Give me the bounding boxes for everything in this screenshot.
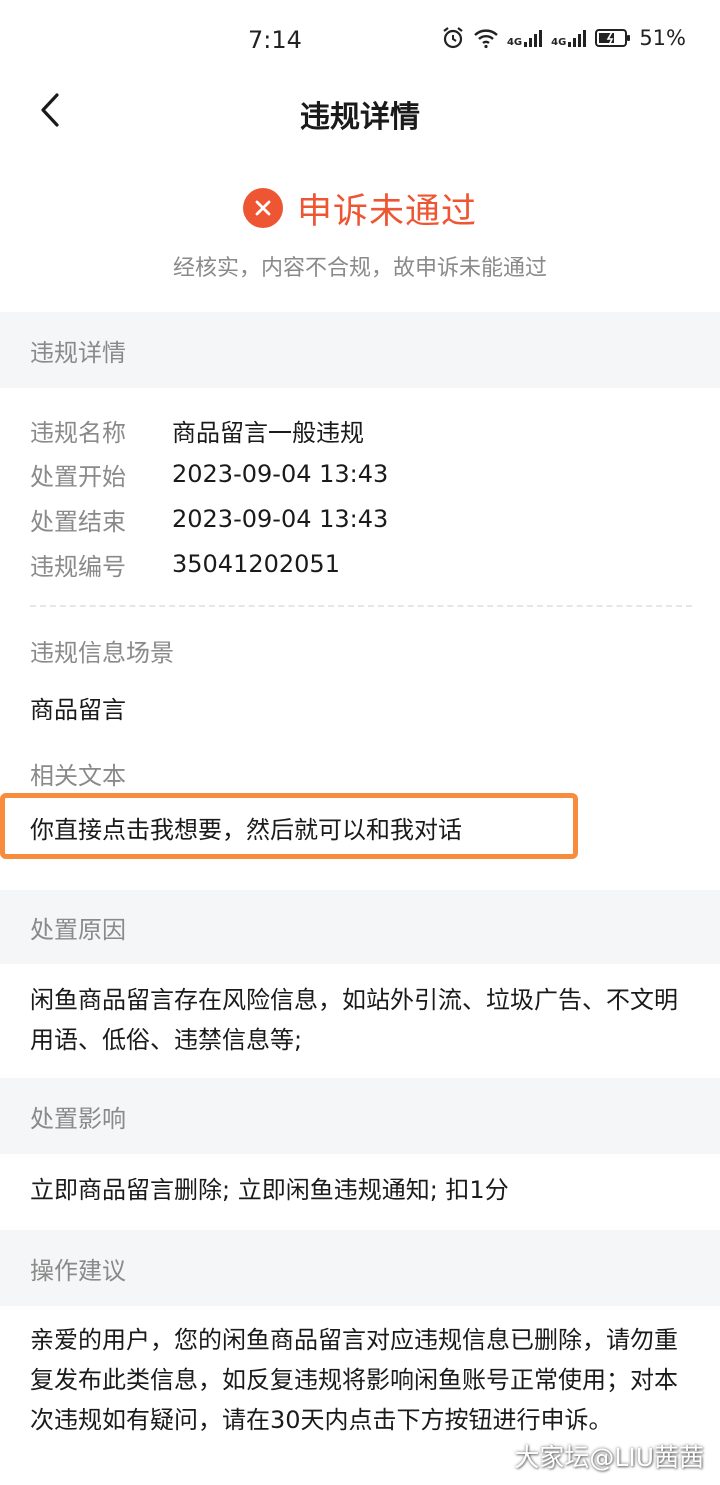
detail-label: 处置开始: [30, 462, 126, 491]
detail-value: 2023-09-04 13:43: [172, 505, 389, 533]
section-header-reason: 处置原因: [0, 890, 720, 964]
reason-body: 闲鱼商品留言存在风险信息，如站外引流、垃圾广告、不文明用语、低俗、违禁信息等;: [0, 980, 720, 1060]
impact-text: 立即商品留言删除; 立即闲鱼违规通知; 扣1分: [30, 1176, 509, 1204]
suggestion-text: 亲爱的用户，您的闲鱼商品留言对应违规信息已删除，请勿重复发布此类信息，如反复违规…: [30, 1326, 678, 1434]
section-title: 违规详情: [30, 338, 126, 367]
wifi-icon: [473, 27, 499, 49]
section-header-suggestion: 操作建议: [0, 1230, 720, 1306]
detail-label: 违规编号: [30, 552, 126, 581]
status-time: 7:14: [248, 26, 302, 54]
detail-label: 处置结束: [30, 507, 126, 536]
detail-value: 2023-09-04 13:43: [172, 460, 389, 488]
reason-text: 闲鱼商品留言存在风险信息，如站外引流、垃圾广告、不文明用语、低俗、违禁信息等;: [30, 986, 678, 1054]
detail-value: 商品留言一般违规: [172, 418, 364, 447]
section-title: 处置影响: [30, 1104, 126, 1133]
result-title: 申诉未通过: [296, 191, 477, 232]
watermark: 大家坛@LIU茜茜: [514, 1443, 704, 1472]
battery-icon: [595, 28, 631, 48]
network-label-2: 4G: [551, 37, 567, 48]
section-title: 操作建议: [30, 1256, 126, 1285]
scene-label: 违规信息场景: [30, 639, 174, 667]
detail-label: 违规名称: [30, 418, 126, 447]
section-header-impact: 处置影响: [0, 1078, 720, 1154]
detail-row-name: 违规名称 商品留言一般违规: [30, 410, 364, 450]
impact-body: 立即商品留言删除; 立即闲鱼违规通知; 扣1分: [0, 1170, 720, 1210]
dashed-divider: [30, 605, 692, 607]
alarm-icon: [441, 26, 465, 50]
detail-row-id: 违规编号 35041202051: [30, 544, 340, 584]
status-bar: 7:14 4G 4G 51%: [0, 0, 720, 84]
section-header-violation-details: 违规详情: [0, 312, 720, 388]
scene-value: 商品留言: [30, 696, 126, 724]
related-text-label: 相关文本: [30, 762, 126, 790]
detail-row-start: 处置开始 2023-09-04 13:43: [30, 454, 388, 494]
status-icons: 4G 4G 51%: [441, 26, 686, 50]
signal-4g-icon-1: 4G: [507, 28, 543, 48]
detail-value: 35041202051: [172, 550, 340, 578]
nav-bar: 违规详情: [0, 84, 720, 138]
result-header: 申诉未通过 经核实，内容不合规，故申诉未能通过: [0, 180, 720, 282]
detail-row-end: 处置结束 2023-09-04 13:43: [30, 499, 388, 539]
section-title: 处置原因: [30, 915, 126, 944]
battery-percent: 51%: [639, 26, 686, 50]
related-text-value: 你直接点击我想要，然后就可以和我对话: [30, 816, 462, 844]
signal-4g-icon-2: 4G: [551, 28, 587, 48]
close-circle-icon: [242, 188, 283, 228]
page-title: 违规详情: [300, 100, 420, 135]
result-description: 经核实，内容不合规，故申诉未能通过: [172, 256, 547, 281]
result-title-row: 申诉未通过: [0, 180, 720, 236]
network-label-1: 4G: [506, 37, 523, 48]
suggestion-body: 亲爱的用户，您的闲鱼商品留言对应违规信息已删除，请勿重复发布此类信息，如反复违规…: [0, 1320, 720, 1440]
